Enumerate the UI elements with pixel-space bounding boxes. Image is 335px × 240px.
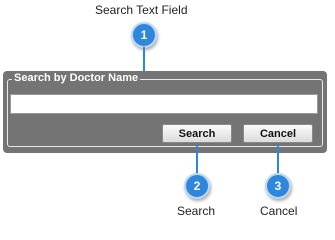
callout-label-search-field: Search Text Field (95, 3, 188, 17)
callout-badge-3: 3 (265, 173, 291, 199)
doctor-name-search-input[interactable] (10, 94, 318, 114)
callout-leader-2 (196, 145, 198, 175)
search-button[interactable]: Search (162, 124, 232, 143)
callout-badge-2: 2 (184, 173, 210, 199)
callout-badge-1: 1 (131, 22, 157, 48)
cancel-button[interactable]: Cancel (243, 124, 313, 143)
search-panel: Search by Doctor Name Search Cancel (3, 71, 327, 153)
callout-leader-3 (277, 145, 279, 175)
search-group-title: Search by Doctor Name (12, 71, 141, 85)
callout-label-cancel: Cancel (260, 204, 298, 218)
callout-label-search: Search (177, 204, 216, 218)
